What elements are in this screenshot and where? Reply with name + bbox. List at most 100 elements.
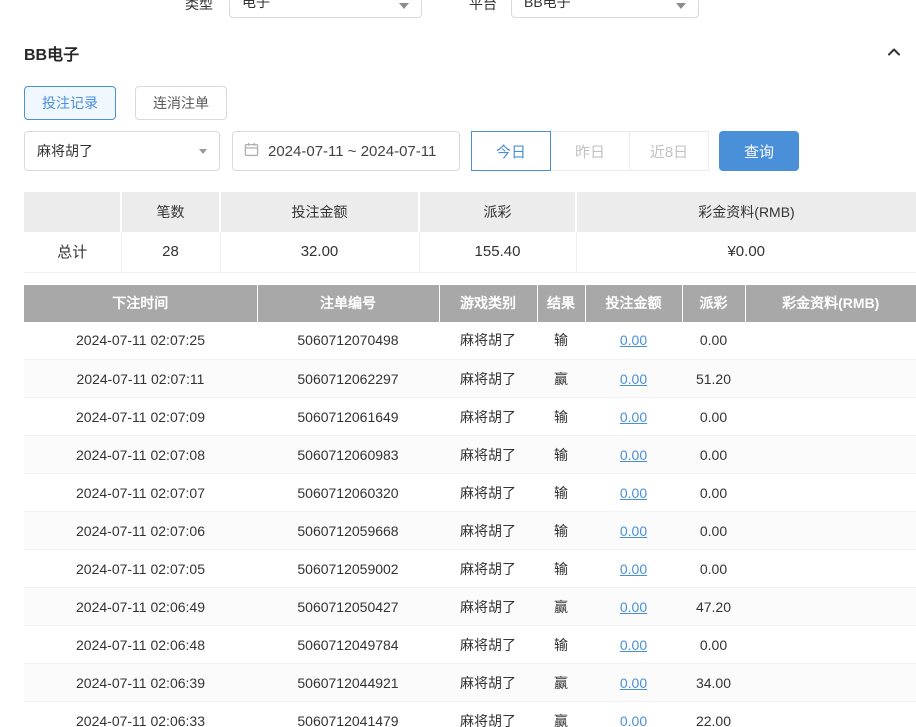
bet-time-cell: 2024-07-11 02:07:09 [24,398,257,436]
bet-time-cell: 2024-07-11 02:07:07 [24,474,257,512]
table-row: 2024-07-11 02:07:085060712060983麻将胡了输0.0… [24,436,916,474]
summary-table: 笔数 投注金额 派彩 彩金资料(RMB) 总计 28 32.00 155.40 … [24,192,916,273]
bet-time-cell: 2024-07-11 02:07:08 [24,436,257,474]
result-cell: 赢 [537,360,585,398]
date-shortcut-group: 今日 昨日 近8日 [471,131,709,171]
bet-amount-link[interactable]: 0.00 [620,713,647,727]
type-select[interactable]: 电子 [229,0,422,18]
calendar-icon [244,142,259,161]
bet-amount-link[interactable]: 0.00 [620,561,647,577]
bet-amount-link[interactable]: 0.00 [620,675,647,691]
summary-total-row: 总计 28 32.00 155.40 ¥0.00 [24,232,916,272]
bet-id-cell: 5060712070498 [257,322,439,360]
yesterday-button[interactable]: 昨日 [550,131,630,171]
table-row: 2024-07-11 02:06:495060712050427麻将胡了赢 0.0… [24,588,916,626]
game-select[interactable]: 麻将胡了 [24,131,220,171]
game-category-cell: 麻将胡了 [439,474,537,512]
section-title: BB电子 [24,41,79,65]
payout-cell: 22.00 [682,702,745,727]
bet-amount-cell: 0.00 [585,550,682,588]
bet-time-cell: 2024-07-11 02:06:48 [24,626,257,664]
bet-amount-link[interactable]: 0.00 [620,409,647,425]
payout-cell: 0.00 [682,474,745,512]
chevron-down-icon [676,3,686,9]
today-button[interactable]: 今日 [471,131,551,171]
payout-cell: 0.00 [682,322,745,360]
date-range-picker[interactable]: 2024-07-11 ~ 2024-07-11 [232,131,460,171]
summary-header-bet-amount: 投注金额 [220,192,419,232]
payout-cell: 47.20 [682,588,745,626]
summary-header-count: 笔数 [121,192,220,232]
table-row: 2024-07-11 02:06:395060712044921麻将胡了赢 0.0… [24,664,916,702]
page: 类型 电子 平台 BB电子 BB电子 投注记录 连消注单 麻将胡了 [0,0,916,727]
result-cell: 输 [537,512,585,550]
bet-amount-link[interactable]: 0.00 [620,371,647,387]
bet-amount-link[interactable]: 0.00 [620,447,647,463]
payout-cell: 0.00 [682,626,745,664]
bet-id-cell: 5060712044921 [257,664,439,702]
payout-cell: 0.00 [682,398,745,436]
result-cell: 输 [537,436,585,474]
bonus-cell [745,474,916,512]
summary-header-empty [24,192,121,232]
filter-row: 麻将胡了 2024-07-11 ~ 2024-07-11 今日 昨日 近8日 查… [24,131,916,171]
game-category-cell: 麻将胡了 [439,322,537,360]
bonus-cell [745,626,916,664]
summary-header-payout: 派彩 [419,192,576,232]
collapse-section-button[interactable] [886,44,902,63]
bet-time-cell: 2024-07-11 02:07:06 [24,512,257,550]
bet-time-cell: 2024-07-11 02:06:39 [24,664,257,702]
bet-amount-link[interactable]: 0.00 [620,523,647,539]
header-bonus: 彩金资料(RMB) [745,285,916,322]
table-row: 2024-07-11 02:07:095060712061649麻将胡了输0.0… [24,398,916,436]
bet-amount-link[interactable]: 0.00 [620,637,647,653]
bet-amount-link[interactable]: 0.00 [620,332,647,348]
bet-amount-link[interactable]: 0.00 [620,485,647,501]
game-category-cell: 麻将胡了 [439,664,537,702]
result-cell: 赢 [537,588,585,626]
header-bet-id: 注单编号 [257,285,439,322]
header-payout: 派彩 [682,285,745,322]
bet-amount-cell: 0.00 [585,474,682,512]
game-select-value: 麻将胡了 [37,141,93,161]
bonus-cell [745,512,916,550]
chevron-up-icon [886,44,902,63]
bet-table-body: 2024-07-11 02:07:255060712070498麻将胡了输0.0… [24,322,916,727]
search-button[interactable]: 查询 [719,131,799,171]
bet-id-cell: 5060712041479 [257,702,439,727]
bet-id-cell: 5060712061649 [257,398,439,436]
game-category-cell: 麻将胡了 [439,436,537,474]
header-bet-time: 下注时间 [24,285,257,322]
payout-cell: 34.00 [682,664,745,702]
table-row: 2024-07-11 02:06:335060712041479麻将胡了赢0.0… [24,702,916,727]
platform-select[interactable]: BB电子 [511,0,699,18]
bet-amount-cell: 0.00 [585,702,682,727]
header-bet-amount: 投注金额 [585,285,682,322]
bet-time-cell: 2024-07-11 02:07:25 [24,322,257,360]
game-category-cell: 麻将胡了 [439,588,537,626]
table-row: 2024-07-11 02:07:115060712062297麻将胡了赢0.0… [24,360,916,398]
table-row: 2024-07-11 02:07:055060712059002麻将胡了输0.0… [24,550,916,588]
summary-header-row: 笔数 投注金额 派彩 彩金资料(RMB) [24,192,916,232]
bonus-cell [745,702,916,727]
bonus-cell [745,398,916,436]
bet-time-cell: 2024-07-11 02:06:49 [24,588,257,626]
last-8-days-button[interactable]: 近8日 [629,131,709,171]
tab-cascade-bets[interactable]: 连消注单 [135,86,227,120]
tab-bet-records[interactable]: 投注记录 [24,86,116,120]
bet-id-cell: 5060712050427 [257,588,439,626]
table-row: 2024-07-11 02:06:485060712049784麻将胡了输0.0… [24,626,916,664]
result-cell: 赢 [537,664,585,702]
result-cell: 赢 [537,702,585,727]
game-category-cell: 麻将胡了 [439,626,537,664]
bonus-cell [745,664,916,702]
summary-header-bonus: 彩金资料(RMB) [576,192,916,232]
result-cell: 输 [537,322,585,360]
result-cell: 输 [537,550,585,588]
bet-amount-link[interactable]: 0.00 [620,599,647,615]
bet-time-cell: 2024-07-11 02:07:11 [24,360,257,398]
bet-time-cell: 2024-07-11 02:06:33 [24,702,257,727]
bonus-cell [745,436,916,474]
bet-amount-cell: 0.00 [585,398,682,436]
summary-count-value: 28 [121,232,220,272]
